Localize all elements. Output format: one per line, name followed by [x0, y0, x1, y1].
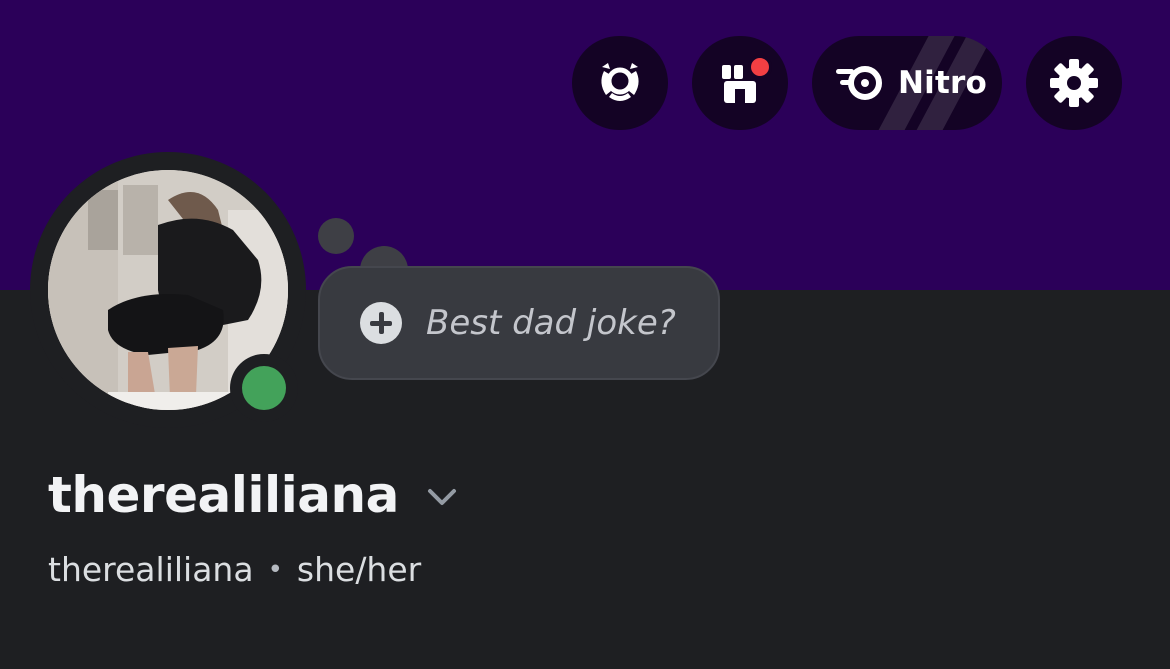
quests-button[interactable] — [572, 36, 668, 130]
profile-screen: Nitro Best dad joke? therealiliana there… — [0, 0, 1170, 669]
shop-button[interactable] — [692, 36, 788, 130]
thought-bubble-dot — [318, 218, 354, 254]
username: therealiliana — [48, 550, 254, 589]
separator: • — [267, 554, 283, 585]
nitro-button[interactable]: Nitro — [812, 36, 1002, 130]
notification-badge — [748, 55, 772, 79]
laurel-wreath-icon — [601, 63, 639, 101]
pronouns: she/her — [296, 550, 422, 589]
display-name: therealiliana — [48, 466, 399, 524]
thought-bubble-button[interactable]: Best dad joke? — [318, 266, 720, 380]
plus-circle-icon — [360, 302, 402, 344]
online-status-indicator — [242, 366, 286, 410]
nitro-icon — [836, 66, 882, 100]
settings-button[interactable] — [1026, 36, 1122, 130]
username-line: therealiliana • she/her — [48, 550, 421, 589]
thought-bubble-placeholder: Best dad joke? — [426, 303, 676, 343]
gear-icon — [1050, 59, 1098, 107]
chevron-down-icon[interactable] — [426, 486, 458, 508]
nitro-label: Nitro — [898, 65, 987, 101]
